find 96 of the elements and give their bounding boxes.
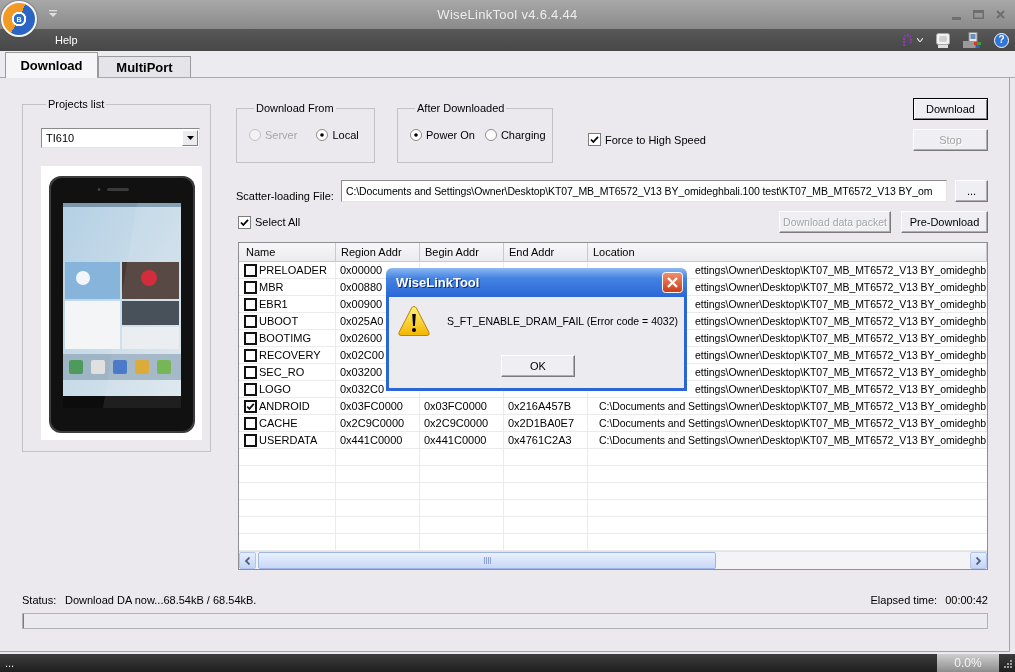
partition-name: ANDROID (259, 400, 310, 412)
region-address: 0x441C0000 (340, 434, 403, 446)
region-address: 0x032C0 (340, 383, 385, 395)
resize-grip-icon[interactable] (1003, 658, 1012, 668)
status-label: Status: (22, 593, 58, 606)
region-address: 0x03200 (340, 366, 383, 378)
partition-name: PRELOADER (259, 264, 327, 276)
status-text: Download DA now...68.54kB / 68.54kB. (65, 593, 257, 606)
row-checkbox[interactable] (244, 365, 257, 379)
row-checkbox[interactable] (244, 399, 257, 413)
row-checkbox[interactable] (244, 433, 257, 447)
row-checkbox[interactable] (244, 314, 257, 328)
caret-down-icon (186, 136, 194, 140)
partition-name: MBR (259, 281, 284, 293)
partition-name: USERDATA (259, 434, 318, 446)
scroll-left-button[interactable] (239, 552, 256, 569)
help-button[interactable]: ? (994, 32, 1009, 48)
elapsed-label: Elapsed time: (870, 593, 938, 606)
end-address: 0x2D1BA0E7 (508, 417, 575, 429)
scrollbar-thumb[interactable] (258, 552, 716, 569)
scatter-file-label: Scatter-loading File: (236, 190, 335, 203)
partition-name: BOOTIMG (259, 332, 311, 344)
partition-name: UBOOT (259, 315, 299, 327)
group-title: Download From (255, 102, 335, 115)
partition-name: LOGO (259, 383, 291, 395)
scroll-right-button[interactable] (970, 552, 987, 569)
file-location: ettings\Owner\Desktop\KT07_MB_MT6572_V13 BY_omideghb (695, 349, 986, 361)
tab[interactable]: MultiPort (98, 56, 191, 77)
file-location: ettings\Owner\Desktop\KT07_MB_MT6572_V13 BY_omideghb (695, 281, 986, 293)
row-checkbox[interactable] (244, 382, 257, 396)
end-address: 0x216A457B (508, 400, 571, 412)
file-location: ettings\Owner\Desktop\KT07_MB_MT6572_V13 BY_omideghb (695, 298, 986, 310)
checkbox[interactable]: Force to High Speed (588, 133, 706, 146)
column-header[interactable]: Begin Addr (420, 243, 504, 261)
screen-icon[interactable] (936, 32, 950, 48)
region-address: 0x02600 (340, 332, 383, 344)
tab[interactable]: Download (5, 52, 98, 78)
ok-button[interactable]: OK (501, 355, 575, 377)
begin-address: 0x441C0000 (424, 434, 487, 446)
browse-button[interactable]: ... (955, 180, 988, 202)
partition-name: EBR1 (259, 298, 288, 310)
partition-name: SEC_RO (259, 366, 305, 378)
file-location: ettings\Owner\Desktop\KT07_MB_MT6572_V13 BY_omideghb (695, 315, 986, 327)
download-button[interactable]: Download (913, 98, 988, 120)
region-address: 0x2C9C0000 (340, 417, 405, 429)
dialog-title: WiseLinkTool (396, 275, 480, 290)
region-address: 0x00000 (340, 264, 383, 276)
file-location: ettings\Owner\Desktop\KT07_MB_MT6572_V13 BY_omideghb (695, 366, 986, 378)
region-address: 0x00880 (340, 281, 383, 293)
menu-item[interactable]: Help (55, 34, 78, 46)
error-message: S_FT_ENABLE_DRAM_FAIL (Error code = 4032) (447, 315, 678, 327)
begin-address: 0x2C9C0000 (424, 417, 489, 429)
file-path-field[interactable]: C:\Documents and Settings\Owner\Desktop\KT07_MB_MT6572_V13 BY_omideghbali.100 test\KT07_MB_MT6572_V13 BY_om (341, 180, 947, 202)
elapsed-time: 00:00:42 (945, 593, 988, 606)
grip-icon (483, 557, 491, 564)
radio-button[interactable]: Charging (484, 129, 546, 141)
arrow-right-icon (976, 556, 981, 565)
radio-button[interactable]: Power On (410, 129, 475, 141)
end-address: 0x4761C2A3 (508, 434, 572, 446)
computer-icon[interactable] (963, 32, 981, 48)
column-header[interactable]: Name (239, 243, 336, 261)
file-location: C:\Documents and Settings\Owner\Desktop\KT07_MB_MT6572_V13 BY_omideghb (599, 417, 986, 429)
column-header[interactable]: Region Addr (336, 243, 420, 261)
caret-down-icon[interactable] (917, 38, 923, 42)
row-checkbox[interactable] (244, 331, 257, 345)
file-location: ettings\Owner\Desktop\KT07_MB_MT6572_V13 BY_omideghb (695, 332, 986, 344)
file-location: ettings\Owner\Desktop\KT07_MB_MT6572_V13 BY_omideghb (695, 383, 986, 395)
warning-icon (398, 305, 430, 337)
file-location: C:\Documents and Settings\Owner\Desktop\KT07_MB_MT6572_V13 BY_omideghb (599, 434, 986, 446)
percent-indicator: 0.0% (937, 654, 999, 672)
checkbox[interactable]: Select All (238, 215, 301, 229)
arrow-left-icon (245, 556, 250, 565)
column-header[interactable]: End Addr (504, 243, 588, 261)
row-checkbox[interactable] (244, 297, 257, 311)
radio-button[interactable]: Local (316, 129, 359, 141)
status-ellipsis: ... (5, 657, 15, 669)
group-title: Projects list (47, 98, 106, 111)
region-address: 0x00900 (340, 298, 383, 310)
begin-address: 0x03FC0000 (424, 400, 487, 412)
row-checkbox[interactable] (244, 263, 257, 277)
row-checkbox[interactable] (244, 416, 257, 430)
dropdown-button[interactable] (182, 130, 198, 146)
window-title: WiseLinkTool v4.6.4.44 (437, 7, 578, 22)
partition-name: CACHE (259, 417, 298, 429)
row-checkbox[interactable] (244, 280, 257, 294)
region-address: 0x02C00 (340, 349, 385, 361)
file-location: ettings\Owner\Desktop\KT07_MB_MT6572_V13 BY_omideghb (695, 264, 986, 276)
file-location: C:\Documents and Settings\Owner\Desktop\KT07_MB_MT6572_V13 BY_omideghb (599, 400, 986, 412)
project-dropdown[interactable]: TI610 (41, 128, 200, 148)
partition-name: RECOVERY (259, 349, 321, 361)
pre-download-button[interactable]: Pre-Download (901, 211, 988, 233)
column-header[interactable]: Location (588, 243, 987, 261)
row-checkbox[interactable] (244, 348, 257, 362)
region-address: 0x025A0 (340, 315, 384, 327)
region-address: 0x03FC0000 (340, 400, 403, 412)
group-title: After Downloaded (416, 102, 506, 115)
